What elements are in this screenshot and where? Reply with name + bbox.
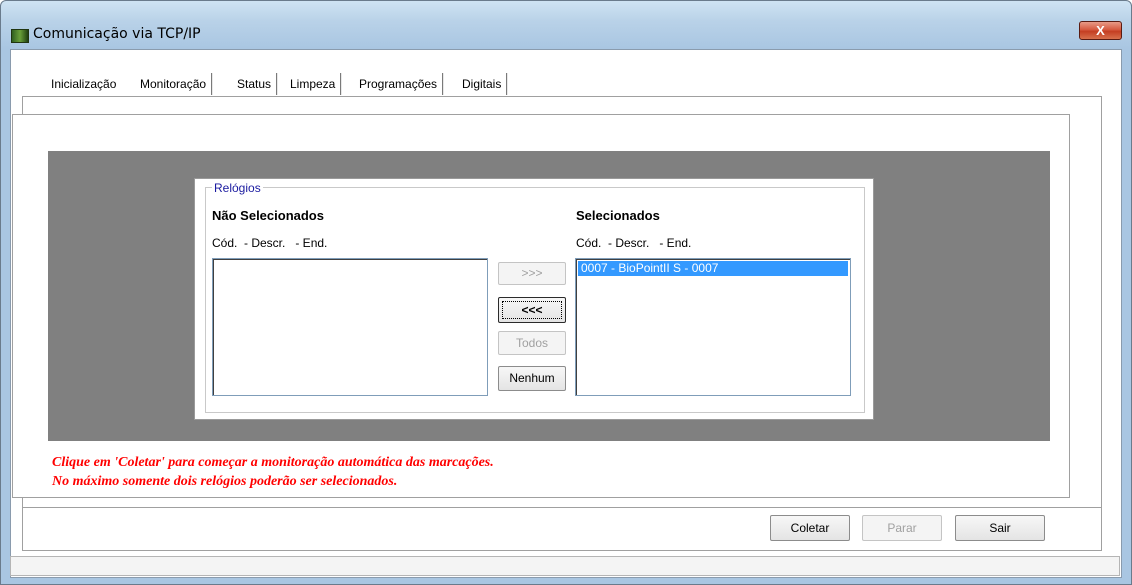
unselected-columns: Cód. - Descr. - End. [212,236,328,250]
add-button[interactable]: >>> [498,262,566,285]
tab-digitais[interactable]: Digitais [457,73,508,95]
relogios-group-label: Relógios [212,181,263,195]
status-bar [10,556,1120,576]
remove-button[interactable]: <<< [498,297,566,323]
unselected-listbox[interactable] [212,258,488,396]
tab-status[interactable]: Status [232,73,278,95]
select-all-button[interactable]: Todos [498,331,566,355]
tab-monitoracao[interactable]: Monitoração [135,73,213,95]
window-title: Comunicação via TCP/IP [33,26,201,42]
hint-max-clocks: No máximo somente dois relógios poderão … [52,474,398,489]
unselected-title: Não Selecionados [212,208,324,223]
collect-button[interactable]: Coletar [770,515,850,541]
tab-inicializacao[interactable]: Inicialização [46,73,121,95]
hint-collect: Clique em 'Coletar' para começar a monit… [52,455,494,470]
close-button[interactable]: X [1079,21,1122,40]
tab-programacoes[interactable]: Programações [354,73,444,95]
list-item[interactable]: 0007 - BioPointII S - 0007 [578,261,848,276]
selected-columns: Cód. - Descr. - End. [576,236,692,250]
title-bar[interactable]: Comunicação via TCP/IP X [1,1,1131,49]
exit-button[interactable]: Sair [955,515,1045,541]
selected-listbox[interactable]: 0007 - BioPointII S - 0007 [575,258,851,396]
focus-ring [502,301,562,319]
tab-limpeza[interactable]: Limpeza [285,73,342,95]
close-icon: X [1096,23,1105,38]
stop-button[interactable]: Parar [862,515,942,541]
select-none-button[interactable]: Nenhum [498,366,566,391]
app-icon [11,29,29,43]
selected-title: Selecionados [576,208,660,223]
